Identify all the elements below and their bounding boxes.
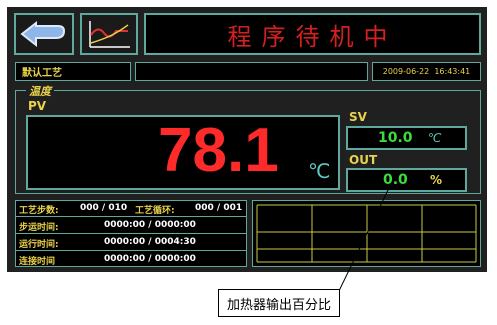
callout-line <box>336 184 392 296</box>
callout-text: 加热器输出百分比 <box>226 297 331 313</box>
callout-box: 加热器输出百分比 <box>218 289 340 317</box>
